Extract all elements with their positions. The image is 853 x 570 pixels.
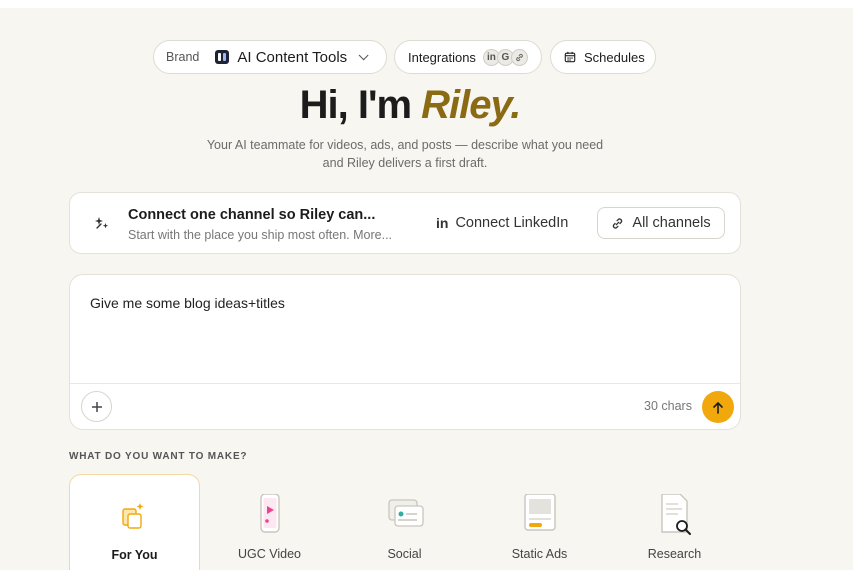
prompt-composer: Give me some blog ideas+titles 30 chars — [69, 274, 741, 430]
all-channels-label: All channels — [632, 215, 711, 231]
calendar-icon — [564, 51, 576, 63]
connect-title: Connect one channel so Riley can... — [128, 207, 376, 223]
tile-ugc-video[interactable]: UGC Video — [204, 474, 335, 570]
connect-linkedin-button[interactable]: in Connect LinkedIn — [436, 207, 568, 239]
tile-label: Static Ads — [511, 547, 568, 561]
brand-logo-icon — [215, 50, 230, 64]
tile-label: For You — [111, 548, 158, 562]
prompt-input[interactable]: Give me some blog ideas+titles — [90, 295, 285, 311]
connect-subtitle: Start with the place you ship most often… — [128, 228, 393, 242]
connect-channel-card: Connect one channel so Riley can... Star… — [69, 192, 741, 254]
static-ad-icon — [523, 494, 556, 531]
tile-label: Social — [387, 547, 422, 561]
link-icon — [510, 48, 528, 66]
integrations-button[interactable]: Integrations in G — [394, 40, 542, 74]
plus-icon — [91, 401, 102, 412]
document-search-icon — [660, 494, 691, 535]
hero-subtitle: Your AI teammate for videos, ads, and po… — [206, 138, 604, 170]
integration-icons: in G — [482, 48, 528, 66]
char-count: 30 chars — [644, 399, 692, 413]
brand-label: Brand — [166, 50, 200, 64]
brand-name: AI Content Tools — [237, 48, 348, 66]
schedules-label: Schedules — [584, 49, 645, 65]
tile-label: UGC Video — [238, 547, 301, 561]
schedules-button[interactable]: Schedules — [550, 40, 656, 74]
tile-social[interactable]: Social — [339, 474, 470, 570]
integrations-label: Integrations — [408, 49, 476, 65]
arrow-up-icon — [713, 401, 723, 414]
tile-research[interactable]: Research — [609, 474, 740, 570]
social-post-icon — [387, 499, 424, 527]
assistant-name: Riley. — [421, 83, 521, 127]
hero-greeting: Hi, I'm — [299, 83, 422, 127]
linkedin-icon: in — [436, 215, 449, 231]
add-attachment-button[interactable] — [81, 391, 112, 422]
phone-video-icon — [259, 494, 280, 533]
hero-title: Hi, I'm Riley. — [0, 83, 820, 128]
top-strip — [0, 0, 853, 8]
sparkle-cards-icon — [121, 503, 143, 529]
make-section-label: WHAT DO YOU WANT TO MAKE? — [69, 451, 248, 462]
link-icon — [613, 217, 623, 229]
sparkle-icon — [95, 217, 109, 229]
send-button[interactable] — [702, 391, 734, 423]
all-channels-button[interactable]: All channels — [597, 207, 725, 239]
connect-linkedin-label: Connect LinkedIn — [455, 215, 569, 231]
composer-divider — [70, 383, 740, 384]
chevron-down-icon — [358, 49, 369, 60]
tile-static-ads[interactable]: Static Ads — [474, 474, 605, 570]
tile-for-you[interactable]: For You — [69, 474, 200, 570]
tile-label: Research — [647, 547, 702, 561]
brand-selector[interactable]: Brand AI Content Tools — [153, 40, 387, 74]
